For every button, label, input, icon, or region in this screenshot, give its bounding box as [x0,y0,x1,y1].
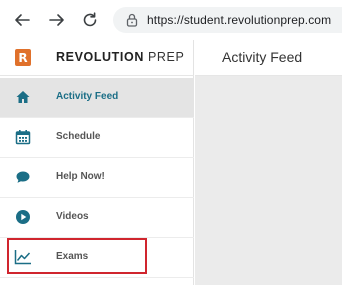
app-window: R REVOLUTION PREP Activity Feed Schedule… [0,40,342,285]
sidebar-item-videos[interactable]: Videos [0,198,194,238]
home-icon [14,88,32,106]
sidebar-item-label: Schedule [56,131,101,142]
lock-icon[interactable] [124,12,140,28]
browser-toolbar: https://student.revolutionprep.com [0,0,342,40]
sidebar: R REVOLUTION PREP Activity Feed Schedule… [0,40,194,285]
sidebar-item-label: Activity Feed [56,91,119,102]
brand-name-light: PREP [147,50,185,64]
page-header: Activity Feed [195,40,342,76]
brand-name-bold: REVOLUTION [56,50,144,64]
address-bar[interactable]: https://student.revolutionprep.com [113,7,342,33]
arrow-left-icon [15,14,30,26]
brand-logo[interactable]: R [15,49,31,66]
arrow-right-icon [49,14,64,26]
sidebar-item-label: Exams [56,251,89,262]
play-circle-icon [14,208,32,226]
sidebar-item-label: Videos [56,211,89,222]
logo-letter: R [18,50,28,65]
brand-name: REVOLUTION PREP [56,50,184,64]
url-text[interactable]: https://student.revolutionprep.com [147,13,331,27]
forward-button[interactable] [45,8,69,32]
sidebar-item-help-now[interactable]: Help Now! [0,158,194,198]
sidebar-item-exams[interactable]: Exams [0,238,194,278]
line-chart-icon [14,248,32,266]
back-button[interactable] [10,8,34,32]
sidebar-item-schedule[interactable]: Schedule [0,118,194,158]
reload-button[interactable] [78,8,102,32]
sidebar-item-label: Help Now! [56,171,105,182]
brand-header: R REVOLUTION PREP [0,40,194,76]
reload-icon [83,12,97,27]
calendar-icon [14,128,32,146]
sidebar-item-activity-feed[interactable]: Activity Feed [0,78,194,118]
main-content [195,76,342,285]
page-title: Activity Feed [222,49,303,65]
chat-bubble-icon [14,168,32,186]
